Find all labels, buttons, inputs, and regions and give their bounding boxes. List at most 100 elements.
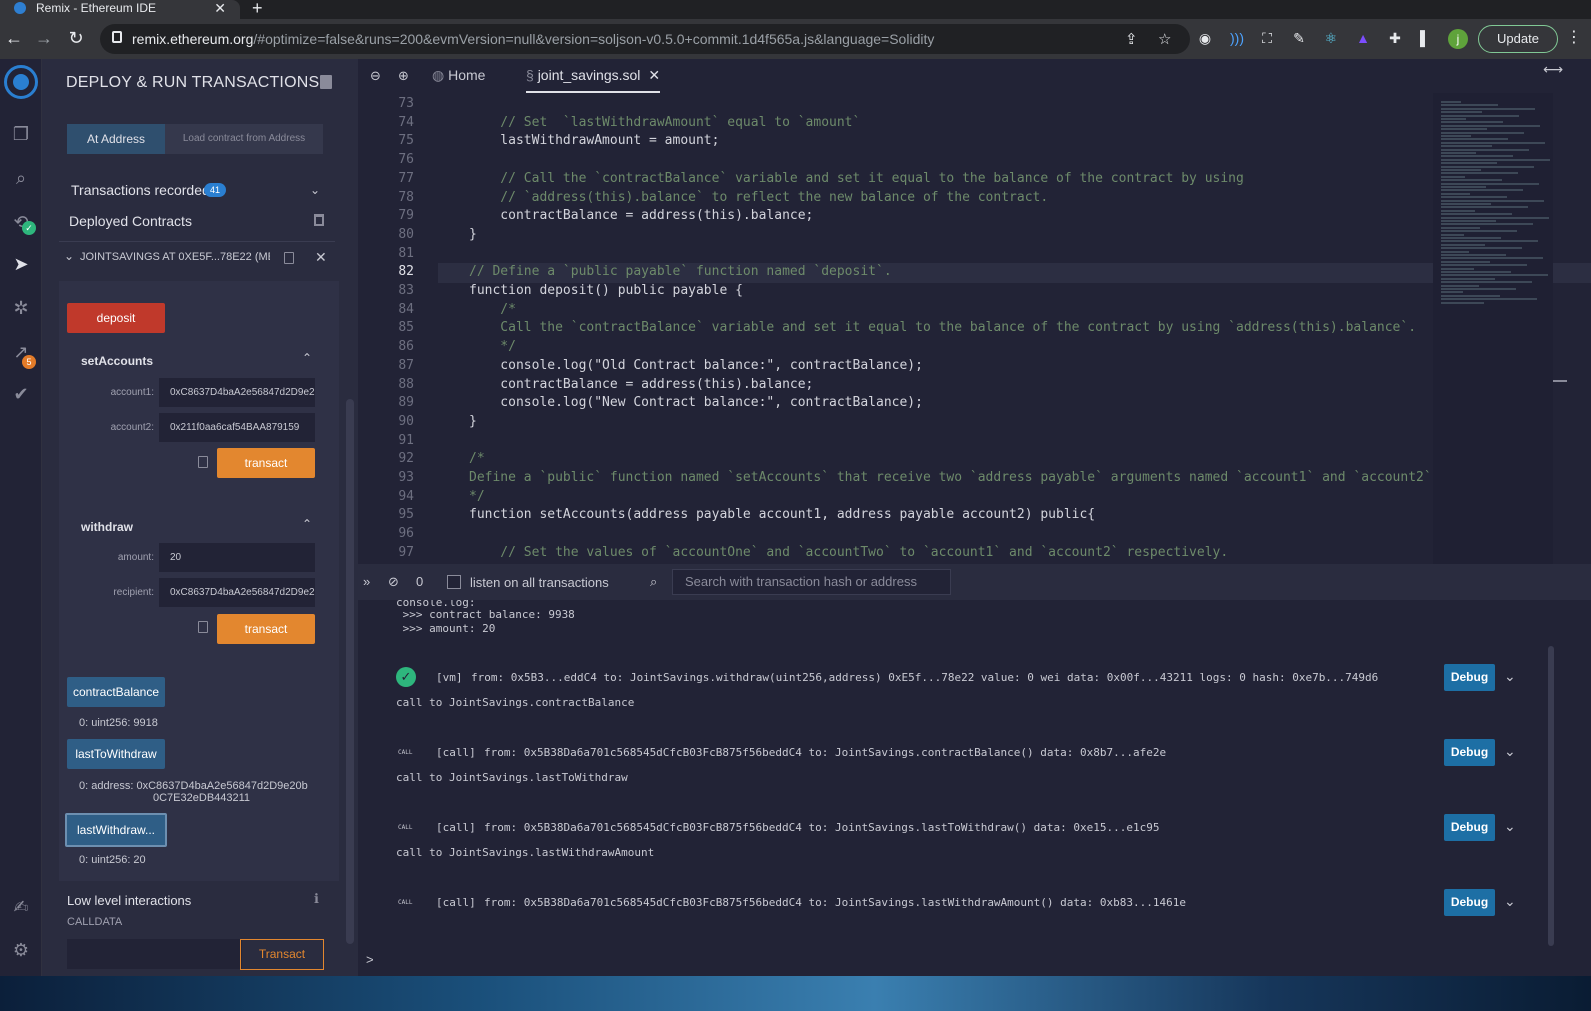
- editor-scrollbar[interactable]: [1553, 380, 1567, 382]
- debugger-icon[interactable]: ✲: [8, 295, 34, 321]
- account2-input[interactable]: 0x211f0aa6caf54BAA879159: [159, 413, 315, 442]
- chevron-up-icon[interactable]: ⌃: [302, 517, 312, 531]
- triangle-extension-icon[interactable]: ▲: [1354, 29, 1372, 47]
- debug-button[interactable]: Debug: [1444, 664, 1495, 691]
- minimap-line: [1441, 240, 1538, 243]
- share-icon[interactable]: ⇪: [1125, 30, 1138, 48]
- copy-calldata-icon[interactable]: [198, 621, 208, 633]
- low-level-transact-button[interactable]: Transact: [240, 939, 324, 970]
- copy-address-icon[interactable]: [284, 252, 294, 264]
- react-extension-icon[interactable]: ⚛: [1322, 29, 1340, 47]
- unit-testing-icon[interactable]: ✔: [8, 381, 34, 407]
- setaccounts-transact-button[interactable]: transact: [217, 448, 315, 478]
- terminal-prompt[interactable]: >: [366, 952, 374, 967]
- update-button[interactable]: Update: [1478, 25, 1558, 53]
- tx-entry-tag: [vm]: [436, 671, 463, 684]
- expand-panel-icon[interactable]: ⟷: [1543, 61, 1563, 78]
- expand-tx-chevron-icon[interactable]: ⌄: [1504, 893, 1516, 910]
- plugin-manager-icon[interactable]: ✍: [8, 894, 34, 920]
- zoom-in-icon[interactable]: ⊕: [398, 68, 409, 84]
- tx-entry-details[interactable]: from: 0x5B38Da6a701c568545dCfcB03FcB875f…: [484, 896, 1186, 909]
- line-number: 78: [398, 189, 414, 205]
- forward-icon[interactable]: →: [34, 28, 54, 49]
- console-log-line: >>> amount: 20: [396, 622, 496, 635]
- copy-calldata-icon[interactable]: [198, 456, 208, 468]
- bookmark-star-icon[interactable]: ☆: [1158, 30, 1171, 48]
- zoom-out-icon[interactable]: ⊖: [370, 68, 381, 84]
- close-tab-icon[interactable]: ✕: [214, 0, 226, 17]
- recipient-input[interactable]: 0xC8637D4baA2e56847d2D9e20b0C7E32eDB4432…: [159, 578, 315, 607]
- at-address-tab[interactable]: At Address: [67, 124, 165, 154]
- contractbalance-button[interactable]: contractBalance: [67, 677, 165, 707]
- trash-icon[interactable]: [314, 214, 324, 226]
- amount-input[interactable]: 20: [159, 543, 315, 572]
- listen-all-checkbox[interactable]: [447, 575, 461, 589]
- calldata-input[interactable]: [67, 939, 242, 969]
- file-explorer-icon[interactable]: ❐: [8, 121, 34, 147]
- debug-button[interactable]: Debug: [1444, 739, 1495, 766]
- clear-console-icon[interactable]: ⊘: [388, 574, 399, 590]
- tab-home[interactable]: ◍ Home: [432, 59, 485, 93]
- code-line: /*: [469, 301, 516, 317]
- terminal-scrollbar[interactable]: [1548, 646, 1554, 946]
- wifi-extension-icon[interactable]: ))): [1228, 29, 1246, 47]
- load-contract-tab[interactable]: Load contract from Address: [165, 124, 323, 154]
- expand-tx-chevron-icon[interactable]: ⌄: [1504, 743, 1516, 760]
- transaction-search-input[interactable]: Search with transaction hash or address: [672, 569, 951, 595]
- lastwithdrawamount-button[interactable]: lastWithdraw...: [65, 813, 167, 847]
- debug-button[interactable]: Debug: [1444, 814, 1495, 841]
- back-icon[interactable]: ←: [4, 28, 24, 49]
- deploy-run-icon[interactable]: ➤: [8, 251, 34, 277]
- chevron-down-icon[interactable]: ⌄: [64, 249, 74, 263]
- collapse-terminal-icon[interactable]: »: [363, 574, 370, 589]
- lasttowithdraw-result-cont: 0C7E32eDB443211: [153, 792, 251, 804]
- screenshot-extension-icon[interactable]: ⛶: [1258, 29, 1276, 47]
- account1-input[interactable]: 0xC8637D4baA2e56847d2D9e20b0C7E32eDB4432…: [159, 378, 315, 407]
- new-tab-button[interactable]: +: [252, 0, 263, 19]
- puzzle-extensions-icon[interactable]: ✚: [1386, 29, 1404, 47]
- side-panel-scrollbar[interactable]: [346, 399, 354, 944]
- line-number: 95: [398, 507, 414, 523]
- browser-menu-icon[interactable]: ⋮: [1566, 27, 1582, 47]
- search-icon[interactable]: ⌕: [8, 165, 34, 191]
- minimap-line: [1441, 175, 1465, 178]
- line-number: 97: [398, 544, 414, 560]
- withdraw-transact-button[interactable]: transact: [217, 614, 315, 644]
- settings-gear-icon[interactable]: ⚙: [8, 937, 34, 963]
- minimap-line: [1441, 179, 1502, 182]
- remove-instance-icon[interactable]: ✕: [315, 249, 327, 266]
- code-editor[interactable]: 73 74 75 76 77 78 79 80 81 82 83 84 85 86 87 88 89 90 91 92…: [358, 93, 1591, 564]
- browser-tab[interactable]: Remix - Ethereum IDE ✕: [0, 0, 240, 19]
- documentation-icon[interactable]: [320, 75, 332, 89]
- debug-button[interactable]: Debug: [1444, 889, 1495, 916]
- side-panel-icon[interactable]: ▌: [1416, 29, 1434, 47]
- transactions-recorded-count: 41: [204, 183, 227, 197]
- line-number: 76: [398, 152, 414, 168]
- lasttowithdraw-button[interactable]: lastToWithdraw: [67, 739, 165, 769]
- tx-entry-details[interactable]: from: 0x5B38Da6a701c568545dCfcB03FcB875f…: [484, 821, 1160, 834]
- pen-extension-icon[interactable]: ✎: [1290, 29, 1308, 47]
- info-icon[interactable]: ℹ: [314, 891, 319, 907]
- transactions-recorded-label[interactable]: Transactions recorded: [71, 182, 210, 198]
- profile-avatar[interactable]: j: [1448, 29, 1468, 49]
- chevron-down-icon[interactable]: ⌄: [310, 183, 320, 197]
- address-bar[interactable]: remix.ethereum.org/#optimize=false&runs=…: [100, 24, 1190, 54]
- minimap[interactable]: [1433, 93, 1553, 564]
- tx-entry-details[interactable]: from: 0x5B3...eddC4 to: JointSavings.wit…: [471, 671, 1378, 684]
- extension-icon[interactable]: ◉: [1196, 29, 1214, 47]
- remix-logo-icon[interactable]: [4, 65, 38, 99]
- reload-icon[interactable]: ↻: [66, 28, 86, 49]
- minimap-line: [1441, 182, 1539, 185]
- expand-tx-chevron-icon[interactable]: ⌄: [1504, 668, 1516, 685]
- chevron-up-icon[interactable]: ⌃: [302, 351, 312, 365]
- close-file-tab-icon[interactable]: ✕: [648, 67, 660, 83]
- code-line: console.log("New Contract balance:", con…: [469, 395, 923, 411]
- expand-tx-chevron-icon[interactable]: ⌄: [1504, 818, 1516, 835]
- tab-joint-savings[interactable]: § joint_savings.sol ✕: [526, 59, 661, 93]
- icon-panel: ❐ ⌕ ⟲ ✓ ➤ ✲ ↗ 5 ✔ ✍ ⚙: [0, 59, 42, 976]
- tx-entry-details[interactable]: from: 0x5B38Da6a701c568545dCfcB03FcB875f…: [484, 746, 1166, 759]
- contract-instance-name[interactable]: JOINTSAVINGS AT 0XE5F...78E22 (ME: [80, 251, 270, 263]
- deposit-button[interactable]: deposit: [67, 303, 165, 333]
- minimap-line: [1441, 237, 1501, 239]
- minimap-line: [1441, 203, 1491, 205]
